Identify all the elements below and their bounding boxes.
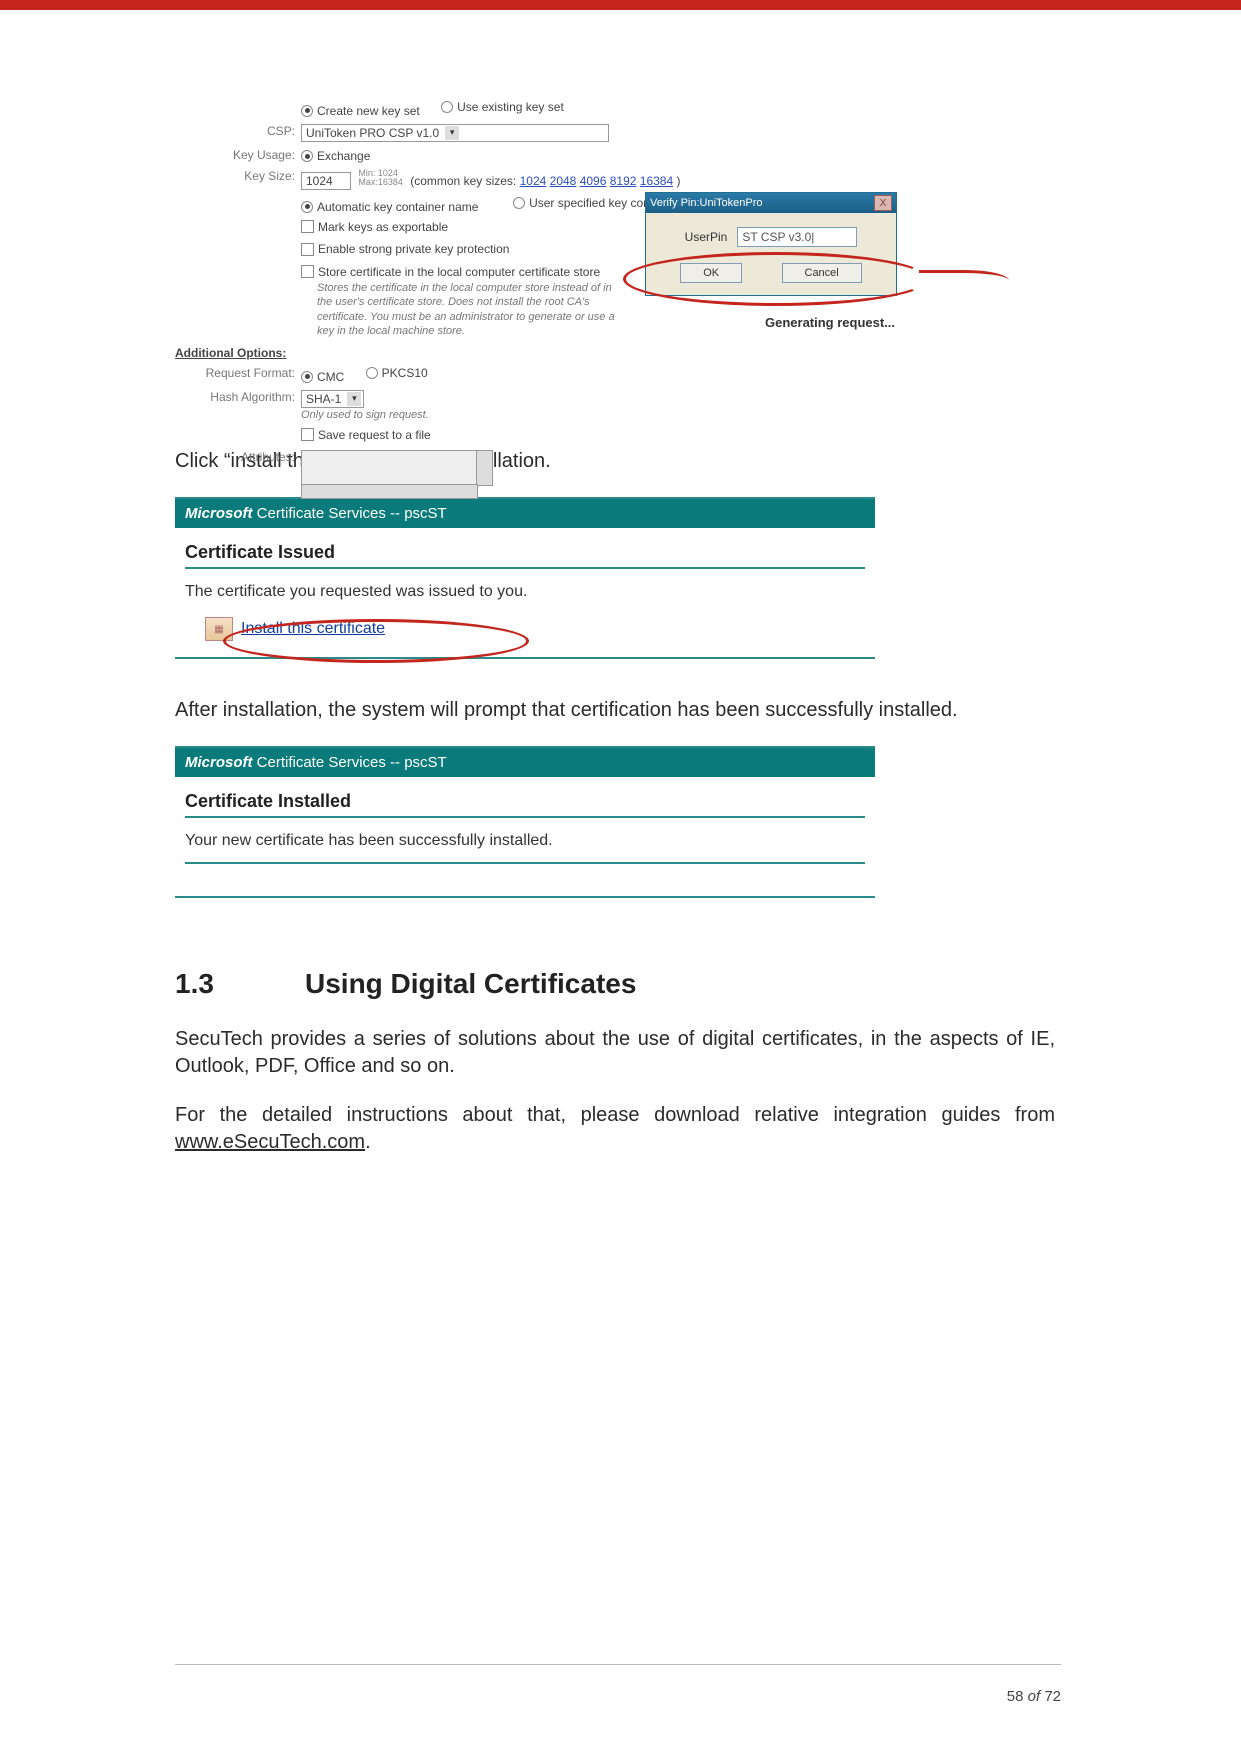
content-area: Create new key set Use existing key set … [175,100,1055,1178]
keysize-link[interactable]: 1024 [520,174,547,188]
radio-pkcs10[interactable]: PKCS10 [366,366,428,380]
keysize-minmax: Min: 1024 Max:16384 [358,169,403,187]
ok-button[interactable]: OK [680,263,742,283]
scrollbar-horizontal[interactable] [301,484,478,499]
label-csp: CSP: [175,124,301,138]
radio-label: Use existing key set [457,100,564,114]
radio-exchange[interactable]: Exchange [301,149,370,163]
label-request-format: Request Format: [175,366,301,380]
scrollbar-vertical[interactable] [476,450,493,486]
select-hash[interactable]: SHA-1 ▾ [301,390,364,408]
checkbox-label: Save request to a file [318,428,431,442]
chevron-down-icon: ▾ [445,126,459,140]
radio-label: Automatic key container name [317,200,478,214]
page-footer: 58 of 72 [1007,1688,1061,1705]
radio-label: Exchange [317,149,370,163]
label-attributes: Attributes: [175,450,301,464]
status-generating: Generating request... [765,315,895,330]
certsvc-box-issued: Microsoft Certificate Services -- pscST … [175,497,875,659]
input-userpin[interactable]: ST CSP v3.0| [737,227,857,247]
checkbox-label: Mark keys as exportable [318,220,448,234]
certsvc-box-installed: Microsoft Certificate Services -- pscST … [175,746,875,898]
text-cert-installed: Your new certificate has been successful… [185,832,865,864]
footer-rule [175,1664,1061,1665]
store-note: Stores the certificate in the local comp… [317,281,617,338]
heading-additional-options: Additional Options: [175,346,1055,360]
radio-auto-container[interactable]: Automatic key container name [301,200,478,214]
keysize-link[interactable]: 8192 [610,174,637,188]
radio-use-existing-key[interactable]: Use existing key set [441,100,564,114]
input-keysize[interactable]: 1024 [301,172,351,190]
heading-cert-installed: Certificate Installed [185,791,865,818]
certsvc-header: Microsoft Certificate Services -- pscST [175,748,875,777]
textarea-attributes[interactable] [301,450,493,486]
body-paragraph-2: For the detailed instructions about that… [175,1102,1055,1156]
checkbox-local-store[interactable]: Store certificate in the local computer … [301,265,600,279]
verify-pin-dialog: Verify Pin:UniTokenPro X UserPin ST CSP … [645,192,897,296]
radio-cmc[interactable]: CMC [301,370,344,384]
checkbox-save-to-file[interactable]: Save request to a file [301,428,431,442]
heading-cert-issued: Certificate Issued [185,542,865,569]
section-title: Using Digital Certificates [305,968,636,999]
cert-request-form: Create new key set Use existing key set … [175,100,1055,420]
hash-note: Only used to sign request. [301,408,1055,422]
certificate-icon: ▦ [205,617,233,641]
certsvc-header: Microsoft Certificate Services -- pscST [175,499,875,528]
close-button[interactable]: X [874,195,892,211]
dialog-titlebar[interactable]: Verify Pin:UniTokenPro X [646,193,896,213]
radio-label: Create new key set [317,104,420,118]
select-value: SHA-1 [306,392,341,406]
keysize-link[interactable]: 16384 [640,174,673,188]
label-keysize: Key Size: [175,169,301,183]
radio-create-new-key[interactable]: Create new key set [301,104,420,118]
label-hash: Hash Algorithm: [175,390,301,404]
section-heading: 1.3Using Digital Certificates [175,968,1055,1000]
paragraph-instruction-2: After installation, the system will prom… [175,699,1055,722]
chevron-down-icon: ▾ [347,392,361,406]
link-esecutech[interactable]: www.eSecuTech.com [175,1131,365,1153]
checkbox-strong-protection[interactable]: Enable strong private key protection [301,242,509,256]
section-number: 1.3 [175,968,305,1000]
select-value: UniToken PRO CSP v1.0 [306,126,439,140]
header-redbar [0,0,1241,10]
radio-label: PKCS10 [382,366,428,380]
keysize-link[interactable]: 4096 [580,174,607,188]
keysize-link[interactable]: 2048 [550,174,577,188]
text-cert-issued: The certificate you requested was issued… [185,583,865,601]
label-keyusage: Key Usage: [175,148,301,162]
cancel-button[interactable]: Cancel [782,263,862,283]
keysize-common-prefix: (common key sizes: [410,174,516,188]
link-install-certificate[interactable]: Install this certificate [241,620,385,638]
radio-label: CMC [317,370,344,384]
close-icon: X [880,198,887,209]
checkbox-mark-exportable[interactable]: Mark keys as exportable [301,220,448,234]
dialog-title: Verify Pin:UniTokenPro [650,197,763,209]
page: Create new key set Use existing key set … [0,0,1241,1755]
select-csp[interactable]: UniToken PRO CSP v1.0 ▾ [301,124,609,142]
label-userpin: UserPin [685,230,728,244]
checkbox-label: Store certificate in the local computer … [318,265,600,279]
checkbox-label: Enable strong private key protection [318,242,509,256]
body-paragraph-1: SecuTech provides a series of solutions … [175,1026,1055,1080]
